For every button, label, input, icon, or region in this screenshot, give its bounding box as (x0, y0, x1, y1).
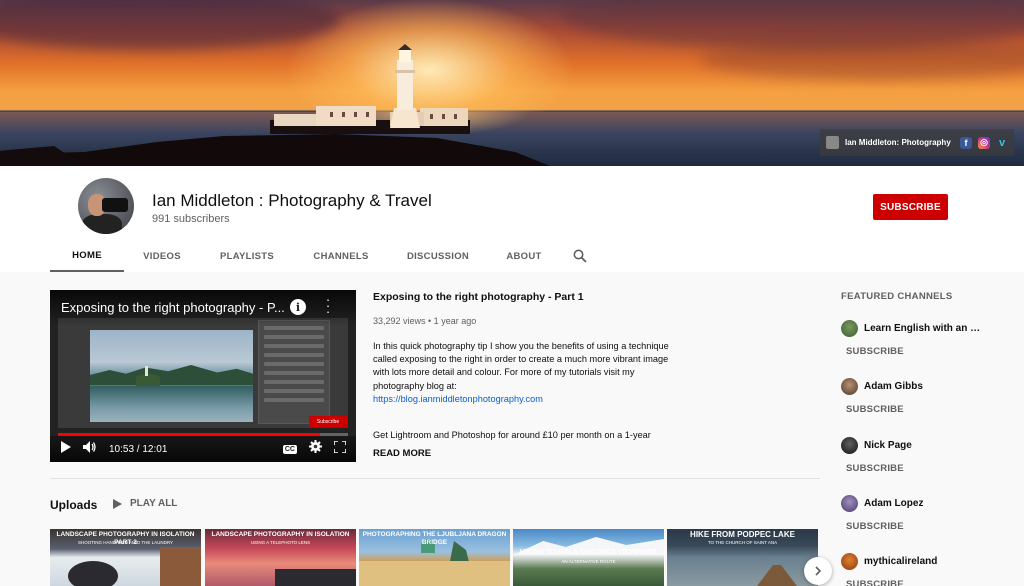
tab-discussion[interactable]: DISCUSSION (388, 240, 488, 272)
player-controls: 10:53 / 12:01 CC (50, 436, 356, 462)
instagram-icon[interactable]: ◎ (978, 136, 990, 149)
featured-channel-item: Learn English with an E... SUBSCRIBE (841, 320, 991, 357)
play-all-button[interactable]: PLAY ALL (113, 498, 177, 509)
fullscreen-icon[interactable] (333, 440, 347, 458)
upload-thumbnail[interactable]: LANDSCAPE PHOTOGRAPHY IN ISOLATION USING… (205, 529, 356, 586)
upload-thumbnail[interactable]: LANDSCAPE PHOTOGRAPHY IN ISOLATION PART … (50, 529, 201, 586)
banner-link-avatar (826, 136, 839, 149)
featured-video-description: In this quick photography tip I show you… (373, 340, 673, 406)
featured-channel-name[interactable]: Adam Gibbs (864, 381, 923, 392)
featured-channel-name[interactable]: mythicalireland (864, 556, 937, 567)
upload-thumbnail-subtitle: TO THE CHURCH OF SAINT ANA (707, 540, 778, 545)
banner-links[interactable]: Ian Middleton: Photography f ◎ v (820, 129, 1014, 156)
description-text: In this quick photography tip I show you… (373, 341, 669, 391)
channel-header: Ian Middleton : Photography & Travel 991… (0, 166, 1024, 272)
subscribe-button[interactable]: SUBSCRIBE (873, 194, 948, 220)
player-title[interactable]: Exposing to the right photography - P... (61, 300, 285, 315)
featured-channel-item: mythicalireland SUBSCRIBE (841, 553, 991, 586)
volume-icon[interactable] (83, 440, 97, 458)
vimeo-icon[interactable]: v (996, 137, 1008, 149)
video-frame-photo (90, 330, 253, 422)
featured-channel-item: Adam Gibbs SUBSCRIBE (841, 378, 991, 415)
featured-channel-name[interactable]: Adam Lopez (864, 498, 923, 509)
featured-channel-name[interactable]: Nick Page (864, 440, 912, 451)
upload-thumbnail[interactable]: HIKING TO MALA OSOJNICA VIEWPOINT AN ALT… (513, 529, 664, 586)
play-all-label: PLAY ALL (130, 498, 178, 509)
tab-videos[interactable]: VIDEOS (124, 240, 200, 272)
tab-home[interactable]: HOME (50, 240, 124, 272)
subscriber-count: 991 subscribers (152, 213, 230, 225)
featured-channel-item: Nick Page SUBSCRIBE (841, 437, 991, 474)
chevron-right-icon (815, 566, 822, 576)
play-all-icon (113, 498, 122, 509)
channel-title: Ian Middleton : Photography & Travel (152, 191, 432, 210)
blog-link[interactable]: https://blog.ianmiddletonphotography.com (373, 394, 543, 404)
more-options-icon[interactable]: · · · (323, 293, 333, 318)
channel-avatar-small[interactable] (841, 320, 858, 337)
channel-avatar-small[interactable] (841, 437, 858, 454)
featured-channel-subscribe[interactable]: SUBSCRIBE (841, 579, 991, 586)
banner-link-name: Ian Middleton: Photography (845, 138, 951, 147)
featured-video-meta: 33,292 views • 1 year ago (373, 316, 477, 326)
play-icon[interactable] (60, 440, 71, 458)
upload-thumbnail-subtitle: USING A TELEPHOTO LENS (250, 540, 311, 545)
upload-thumbnail-title: HIKE FROM PODPEC LAKE (690, 530, 795, 539)
channel-avatar-small[interactable] (841, 495, 858, 512)
featured-channel-subscribe[interactable]: SUBSCRIBE (841, 346, 991, 357)
tab-channels[interactable]: CHANNELS (294, 240, 388, 272)
featured-channel-subscribe[interactable]: SUBSCRIBE (841, 521, 991, 532)
overlay-subscribe[interactable]: Subscribe (309, 416, 347, 427)
featured-channel-subscribe[interactable]: SUBSCRIBE (841, 404, 991, 415)
upload-thumbnail-title: LANDSCAPE PHOTOGRAPHY IN ISOLATION (211, 531, 350, 538)
channel-tabs: HOME VIDEOS PLAYLISTS CHANNELS DISCUSSIO… (50, 240, 600, 272)
upload-thumbnail-title: HIKING TO MALA OSOJNICA VIEWPOINT (519, 549, 658, 556)
upload-thumbnail-title: PHOTOGRAPHING THE LJUBLJANA DRAGON BRIDG… (362, 531, 507, 546)
settings-gear-icon[interactable] (309, 440, 322, 458)
lighthouse-image (270, 44, 470, 134)
featured-channel-subscribe[interactable]: SUBSCRIBE (841, 463, 991, 474)
featured-video-description-2: Get Lightroom and Photoshop for around £… (373, 430, 651, 440)
upload-thumbnail[interactable]: HIKE FROM PODPEC LAKE TO THE CHURCH OF S… (667, 529, 818, 586)
facebook-icon[interactable]: f (960, 136, 972, 149)
uploads-title[interactable]: Uploads (50, 498, 97, 512)
upload-thumbnail[interactable]: PHOTOGRAPHING THE LJUBLJANA DRAGON BRIDG… (359, 529, 510, 586)
section-divider (50, 478, 820, 479)
video-frame-panel (258, 320, 330, 424)
captions-icon[interactable]: CC (282, 444, 297, 454)
channel-avatar-small[interactable] (841, 553, 858, 570)
tab-playlists[interactable]: PLAYLISTS (200, 240, 294, 272)
featured-channels-title: FEATURED CHANNELS (841, 291, 953, 302)
upload-thumbnail-subtitle: SHOOTING HANDHELD AMID THE LAUNDRY (77, 540, 174, 545)
featured-channel-name[interactable]: Learn English with an E... (864, 323, 982, 334)
featured-video-title[interactable]: Exposing to the right photography - Part… (373, 291, 584, 303)
info-icon[interactable]: i (290, 299, 306, 315)
featured-video-player[interactable]: Exposing to the right photography - P...… (50, 290, 356, 462)
channel-search-icon[interactable] (560, 240, 600, 272)
video-time: 10:53 / 12:01 (109, 443, 168, 455)
read-more-button[interactable]: READ MORE (373, 448, 431, 459)
next-arrow-button[interactable] (804, 557, 832, 585)
tab-about[interactable]: ABOUT (488, 240, 560, 272)
channel-banner: Ian Middleton: Photography f ◎ v (0, 0, 1024, 166)
channel-avatar-small[interactable] (841, 378, 858, 395)
upload-thumbnail-subtitle: AN ALTERNATIVE ROUTE (561, 559, 616, 564)
channel-avatar[interactable] (78, 178, 134, 234)
featured-channel-item: Adam Lopez SUBSCRIBE (841, 495, 991, 532)
